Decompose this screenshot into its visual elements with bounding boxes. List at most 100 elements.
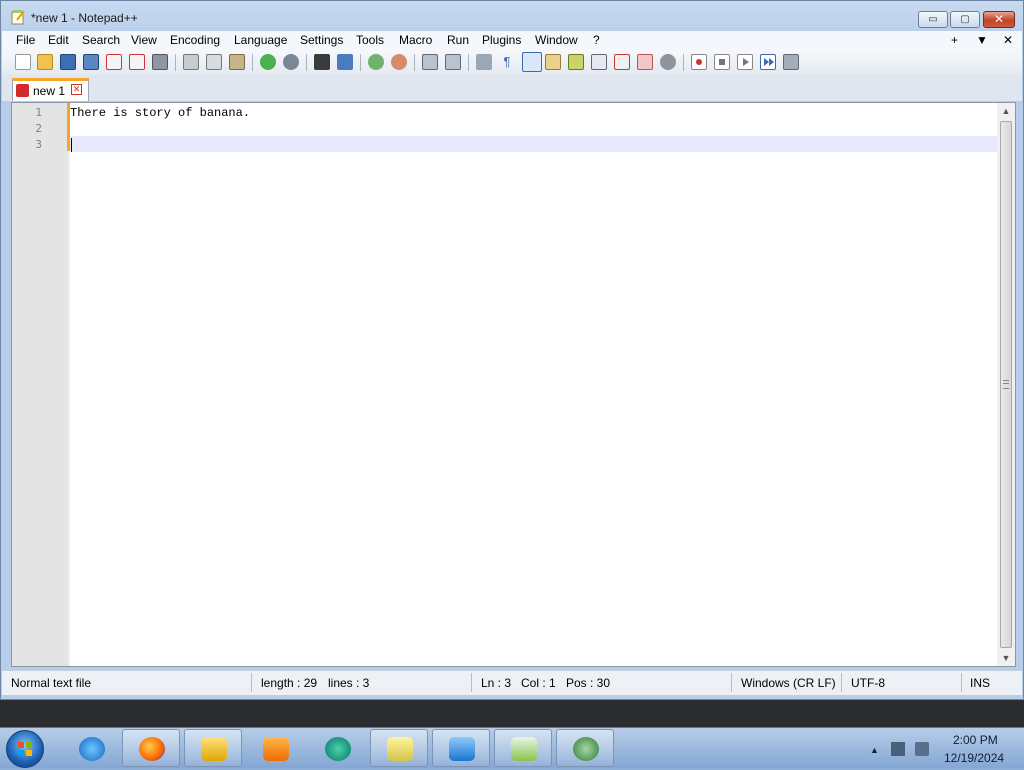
- show-hidden-icons-chevron-icon[interactable]: ▲: [870, 745, 879, 755]
- scrollbar-thumb[interactable]: [1000, 121, 1012, 648]
- sync-vertical-icon[interactable]: [422, 54, 438, 70]
- sync-horizontal-icon[interactable]: [445, 54, 461, 70]
- function-list-icon[interactable]: [591, 54, 607, 70]
- menu-edit[interactable]: Edit: [48, 33, 69, 47]
- menu-run[interactable]: Run: [447, 33, 469, 47]
- editor-pane[interactable]: 1 2 3 There is story of banana. ▲ ▼: [11, 102, 1016, 667]
- toolbar-separator: [252, 54, 253, 71]
- volume-muted-icon[interactable]: [915, 742, 929, 756]
- save-macro-icon[interactable]: [783, 54, 799, 70]
- replace-icon[interactable]: [337, 54, 353, 70]
- clock-date[interactable]: 12/19/2024: [944, 751, 1004, 765]
- document-map-icon[interactable]: [568, 54, 584, 70]
- notepad-plus-plus-app-icon: [10, 9, 26, 25]
- menu-file[interactable]: File: [16, 33, 35, 47]
- title-bar[interactable]: *new 1 - Notepad++ ▭ ▢ ✕: [1, 1, 1023, 31]
- notepad-plus-plus-window: *new 1 - Notepad++ ▭ ▢ ✕ File Edit Searc…: [0, 0, 1024, 700]
- indent-guide-icon[interactable]: [522, 52, 542, 72]
- line-number: 3: [35, 138, 42, 151]
- status-separator: [961, 673, 962, 692]
- toolbar-separator: [360, 54, 361, 71]
- play-macro-icon[interactable]: [737, 54, 753, 70]
- tab-close-icon[interactable]: ✕: [71, 84, 82, 95]
- menu-window[interactable]: Window: [535, 33, 578, 47]
- menu-macro[interactable]: Macro: [399, 33, 432, 47]
- save-icon[interactable]: [60, 54, 76, 70]
- status-separator: [251, 673, 252, 692]
- menu-search[interactable]: Search: [82, 33, 120, 47]
- close-button[interactable]: ✕: [983, 11, 1015, 28]
- sticky-notes-icon: [387, 737, 413, 761]
- status-bar: Normal text file length : 29 lines : 3 L…: [2, 670, 1022, 695]
- editor-line[interactable]: [70, 120, 997, 136]
- copy-icon[interactable]: [206, 54, 222, 70]
- tab-list-dropdown-button[interactable]: ▼: [976, 33, 988, 47]
- undo-icon[interactable]: [260, 54, 276, 70]
- taskbar-file-explorer[interactable]: [184, 729, 242, 767]
- tab-new-1[interactable]: new 1 ✕: [12, 78, 89, 101]
- document-list-icon[interactable]: [660, 54, 676, 70]
- taskbar-firefox[interactable]: [122, 729, 180, 767]
- taskbar-sticky-notes[interactable]: [370, 729, 428, 767]
- taskbar-control-panel[interactable]: [432, 729, 490, 767]
- new-tab-plus-button[interactable]: +: [951, 33, 958, 47]
- save-all-icon[interactable]: [83, 54, 99, 70]
- network-icon[interactable]: [891, 742, 905, 756]
- folder-as-workspace-icon[interactable]: [614, 54, 630, 70]
- redo-icon[interactable]: [283, 54, 299, 70]
- run-macro-multiple-icon[interactable]: [760, 54, 776, 70]
- start-button[interactable]: [6, 730, 44, 768]
- find-icon[interactable]: [314, 54, 330, 70]
- toolbar-separator: [468, 54, 469, 71]
- status-length: length : 29: [261, 676, 318, 690]
- status-line-number: Ln : 3: [481, 676, 512, 690]
- vertical-scrollbar[interactable]: ▲ ▼: [997, 103, 1015, 666]
- show-all-characters-icon[interactable]: ¶: [499, 54, 515, 70]
- taskbar: ▲ 2:00 PM 12/19/2024: [0, 700, 1024, 768]
- menu-view[interactable]: View: [131, 33, 157, 47]
- editor-line-current[interactable]: [70, 136, 997, 152]
- menu-encoding[interactable]: Encoding: [170, 33, 220, 47]
- print-icon[interactable]: [152, 54, 168, 70]
- status-separator: [731, 673, 732, 692]
- toolbar-separator: [306, 54, 307, 71]
- tab-label: new 1: [33, 84, 66, 98]
- scroll-up-arrow-icon[interactable]: ▲: [997, 103, 1015, 119]
- line-number: 2: [35, 122, 42, 135]
- paste-icon[interactable]: [229, 54, 245, 70]
- menu-tools[interactable]: Tools: [356, 33, 384, 47]
- clock-time[interactable]: 2:00 PM: [953, 733, 998, 747]
- monitoring-icon[interactable]: [637, 54, 653, 70]
- toolbar-separator: [683, 54, 684, 71]
- stop-recording-icon[interactable]: [714, 54, 730, 70]
- open-file-icon[interactable]: [37, 54, 53, 70]
- text-area[interactable]: There is story of banana.: [67, 103, 997, 666]
- word-wrap-icon[interactable]: [476, 54, 492, 70]
- new-file-icon[interactable]: [15, 54, 31, 70]
- menu-language[interactable]: Language: [234, 33, 287, 47]
- window-title: *new 1 - Notepad++: [31, 11, 138, 25]
- taskbar-frog-app[interactable]: [556, 729, 614, 767]
- zoom-out-icon[interactable]: [391, 54, 407, 70]
- menu-settings[interactable]: Settings: [300, 33, 343, 47]
- status-file-type: Normal text file: [11, 676, 92, 690]
- menu-plugins[interactable]: Plugins: [482, 33, 521, 47]
- maximize-button[interactable]: ▢: [950, 11, 980, 28]
- menu-help[interactable]: ?: [593, 33, 600, 47]
- minimize-button[interactable]: ▭: [918, 11, 948, 28]
- close-icon[interactable]: [106, 54, 122, 70]
- taskbar-app[interactable]: [308, 729, 366, 767]
- windows-logo-icon: [18, 742, 32, 756]
- editor-line[interactable]: There is story of banana.: [70, 104, 997, 120]
- taskbar-notepad-plus-plus[interactable]: [494, 729, 552, 767]
- taskbar-media-player[interactable]: [246, 729, 304, 767]
- taskbar-internet-explorer[interactable]: [62, 729, 120, 767]
- zoom-in-icon[interactable]: [368, 54, 384, 70]
- user-defined-language-icon[interactable]: [545, 54, 561, 70]
- close-document-button[interactable]: ✕: [1003, 33, 1013, 47]
- record-macro-icon[interactable]: [691, 54, 707, 70]
- scroll-down-arrow-icon[interactable]: ▼: [997, 650, 1015, 666]
- line-number: 1: [35, 106, 42, 119]
- cut-icon[interactable]: [183, 54, 199, 70]
- close-all-icon[interactable]: [129, 54, 145, 70]
